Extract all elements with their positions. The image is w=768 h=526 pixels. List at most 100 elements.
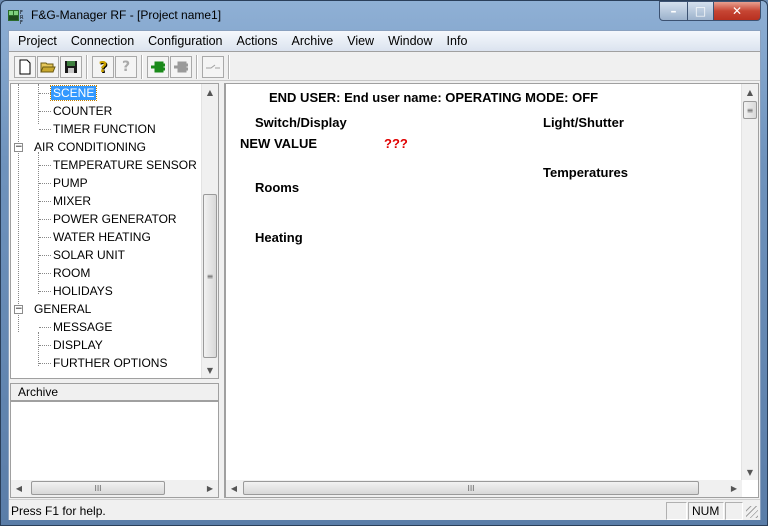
archive-header: Archive — [11, 384, 218, 402]
tree-item-room[interactable]: ROOM — [53, 266, 90, 280]
toolbar-separator — [141, 55, 143, 79]
tree-item-further-options[interactable]: FURTHER OPTIONS — [53, 356, 167, 370]
tree-item-temperature-sensor[interactable]: TEMPERATURE SENSOR — [53, 158, 197, 172]
save-icon — [65, 61, 77, 73]
toolbar: ? ? — [9, 53, 760, 81]
archive-horizontal-scrollbar[interactable]: ◀ III ▶ — [11, 480, 218, 497]
expander-air-conditioning[interactable]: − — [14, 143, 23, 152]
resize-grip-icon[interactable] — [746, 506, 758, 518]
menu-view[interactable]: View — [340, 34, 381, 48]
tree-item-air-conditioning[interactable]: AIR CONDITIONING — [34, 140, 146, 154]
tree-item-scene[interactable]: SCENE — [49, 85, 98, 101]
tree-line — [39, 237, 51, 238]
section-rooms: Rooms — [255, 180, 300, 195]
menu-connection[interactable]: Connection — [64, 34, 141, 48]
status-text: Press F1 for help. — [11, 504, 106, 518]
tree-item-holidays[interactable]: HOLIDAYS — [53, 284, 113, 298]
tree-item-mixer[interactable]: MIXER — [53, 194, 91, 208]
title-bar[interactable]: F R F F&G-Manager RF - [Project name1] –… — [1, 1, 767, 31]
menu-archive[interactable]: Archive — [285, 34, 341, 48]
main-view: END USER: End user name: OPERATING MODE:… — [224, 83, 759, 498]
main-vertical-scrollbar[interactable]: ▲ ≡ ▼ — [741, 84, 758, 480]
maximize-icon: □ — [694, 4, 707, 18]
status-panel-caps — [666, 502, 687, 520]
tree-line — [39, 201, 51, 202]
close-icon: ✕ — [731, 4, 743, 18]
tree-vertical-scrollbar[interactable]: ▲ ≡ ▼ — [201, 84, 218, 378]
connect-icon — [151, 61, 165, 73]
context-help-icon: ? — [121, 59, 131, 75]
grip-icon: III — [94, 483, 102, 493]
app-icon: F R F — [8, 10, 24, 24]
window-title: F&G-Manager RF - [Project name1] — [31, 8, 222, 22]
close-button[interactable]: ✕ — [713, 1, 761, 21]
section-heating: Heating — [255, 230, 303, 245]
grip-icon: III — [467, 483, 475, 493]
tree-item-counter[interactable]: COUNTER — [53, 104, 112, 118]
disconnect-button[interactable] — [170, 56, 192, 78]
save-button[interactable] — [60, 56, 82, 78]
expander-general[interactable]: − — [14, 305, 23, 314]
scroll-thumb[interactable]: ≡ — [743, 101, 757, 119]
archive-pane: Archive ◀ III ▶ — [10, 383, 219, 498]
scroll-up-icon[interactable]: ▲ — [742, 84, 758, 100]
app-window: F R F F&G-Manager RF - [Project name1] –… — [0, 0, 768, 526]
menu-info[interactable]: Info — [440, 34, 475, 48]
scroll-thumb[interactable]: ≡ — [203, 194, 217, 358]
tree-line — [39, 219, 51, 220]
tree-line — [39, 255, 51, 256]
tree-line — [39, 345, 51, 346]
tree-item-pump[interactable]: PUMP — [53, 176, 88, 190]
scroll-up-icon[interactable]: ▲ — [202, 84, 218, 100]
scroll-down-icon[interactable]: ▼ — [202, 362, 218, 378]
tree-line — [39, 291, 51, 292]
switch-button[interactable] — [202, 56, 224, 78]
tree-item-general[interactable]: GENERAL — [34, 302, 91, 316]
tree-line — [39, 183, 51, 184]
menu-project[interactable]: Project — [11, 34, 64, 48]
new-button[interactable] — [14, 56, 36, 78]
toolbar-separator — [86, 55, 88, 79]
scroll-thumb[interactable]: III — [243, 481, 699, 495]
tree-item-display[interactable]: DISPLAY — [53, 338, 103, 352]
open-button[interactable] — [37, 56, 59, 78]
menu-window[interactable]: Window — [381, 34, 439, 48]
connect-button[interactable] — [147, 56, 169, 78]
context-help-button[interactable]: ? — [115, 56, 137, 78]
open-folder-icon — [40, 62, 56, 73]
tree-item-water-heating[interactable]: WATER HEATING — [53, 230, 151, 244]
maximize-button[interactable]: □ — [687, 1, 714, 21]
end-user-header: END USER: End user name: OPERATING MODE:… — [269, 90, 599, 105]
tree-item-timer-function[interactable]: TIMER FUNCTION — [53, 122, 156, 136]
scroll-right-icon[interactable]: ▶ — [726, 480, 742, 496]
scroll-down-icon[interactable]: ▼ — [742, 464, 758, 480]
grip-icon: ≡ — [746, 105, 754, 115]
minimize-icon: – — [670, 4, 677, 18]
tree-item-message[interactable]: MESSAGE — [53, 320, 112, 334]
main-horizontal-scrollbar[interactable]: ◀ III ▶ — [226, 480, 742, 497]
switch-icon — [206, 64, 220, 69]
tree-line — [38, 332, 39, 366]
status-panel-scroll — [725, 502, 743, 520]
new-value: ??? — [384, 136, 408, 151]
new-document-icon — [19, 59, 31, 75]
left-pane: SCENE COUNTER TIMER FUNCTION − AIR CONDI… — [9, 83, 219, 498]
scroll-left-icon[interactable]: ◀ — [11, 480, 27, 496]
tree-item-power-generator[interactable]: POWER GENERATOR — [53, 212, 177, 226]
scroll-right-icon[interactable]: ▶ — [202, 480, 218, 496]
scroll-left-icon[interactable]: ◀ — [226, 480, 242, 496]
new-value-label: NEW VALUE — [240, 136, 318, 151]
menu-configuration[interactable]: Configuration — [141, 34, 229, 48]
tree-line — [39, 165, 51, 166]
grip-icon: ≡ — [206, 271, 214, 281]
tree-line — [39, 93, 51, 94]
help-button[interactable]: ? — [92, 56, 114, 78]
tree-line — [39, 273, 51, 274]
status-panel-num: NUM — [688, 502, 724, 520]
config-tree[interactable]: SCENE COUNTER TIMER FUNCTION − AIR CONDI… — [10, 83, 219, 379]
tree-item-solar-unit[interactable]: SOLAR UNIT — [53, 248, 125, 262]
menu-actions[interactable]: Actions — [230, 34, 285, 48]
minimize-button[interactable]: – — [659, 1, 688, 21]
scroll-thumb[interactable]: III — [31, 481, 165, 495]
disconnect-icon — [174, 61, 188, 73]
